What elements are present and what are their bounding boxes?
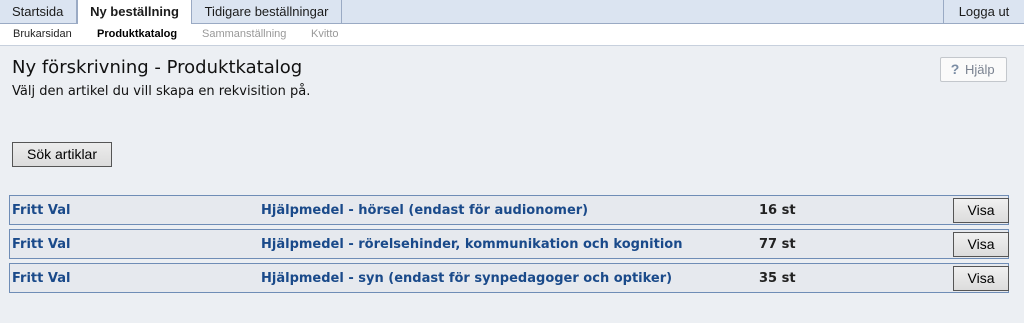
catalog-row: Fritt Val Hjälpmedel - hörsel (endast fö…	[9, 195, 1009, 225]
row-category-link[interactable]: Fritt Val	[12, 264, 70, 293]
page-title: Ny förskrivning - Produktkatalog	[12, 57, 303, 78]
question-mark-icon: ?	[950, 61, 960, 77]
row-description-link[interactable]: Hjälpmedel - rörelsehinder, kommunikatio…	[261, 230, 683, 259]
help-label: Hjälp	[965, 62, 995, 77]
row-description-link[interactable]: Hjälpmedel - syn (endast för synpedagoge…	[261, 264, 672, 293]
subnav-brukarsidan[interactable]: Brukarsidan	[13, 24, 72, 45]
catalog-row: Fritt Val Hjälpmedel - syn (endast för s…	[9, 263, 1009, 293]
row-count: 77 st	[759, 237, 796, 252]
tab-ny-bestallning[interactable]: Ny beställning	[77, 0, 192, 25]
help-button[interactable]: ? Hjälp	[940, 57, 1007, 82]
visa-button[interactable]: Visa	[953, 232, 1009, 257]
search-articles-button[interactable]: Sök artiklar	[12, 142, 112, 167]
page-subtitle: Välj den artikel du vill skapa en rekvis…	[12, 84, 311, 99]
row-category-link[interactable]: Fritt Val	[12, 230, 70, 259]
subnav-produktkatalog[interactable]: Produktkatalog	[97, 24, 177, 45]
visa-button[interactable]: Visa	[953, 198, 1009, 223]
subnav-sammanstallning: Sammanställning	[202, 28, 287, 40]
visa-button[interactable]: Visa	[953, 266, 1009, 291]
row-count: 35 st	[759, 271, 796, 286]
sub-navigation: Brukarsidan Produktkatalog Sammanställni…	[0, 24, 1024, 46]
row-category-link[interactable]: Fritt Val	[12, 196, 70, 225]
row-description-link[interactable]: Hjälpmedel - hörsel (endast för audionom…	[261, 196, 588, 225]
tab-tidigare-bestallningar[interactable]: Tidigare beställningar	[192, 0, 342, 24]
top-tab-bar: Startsida Ny beställning Tidigare bestäl…	[0, 0, 1024, 25]
catalog-row: Fritt Val Hjälpmedel - rörelsehinder, ko…	[9, 229, 1009, 259]
subnav-kvitto: Kvitto	[311, 28, 339, 40]
row-count: 16 st	[759, 203, 796, 218]
logout-button[interactable]: Logga ut	[943, 0, 1024, 24]
tab-startsida[interactable]: Startsida	[0, 0, 77, 24]
